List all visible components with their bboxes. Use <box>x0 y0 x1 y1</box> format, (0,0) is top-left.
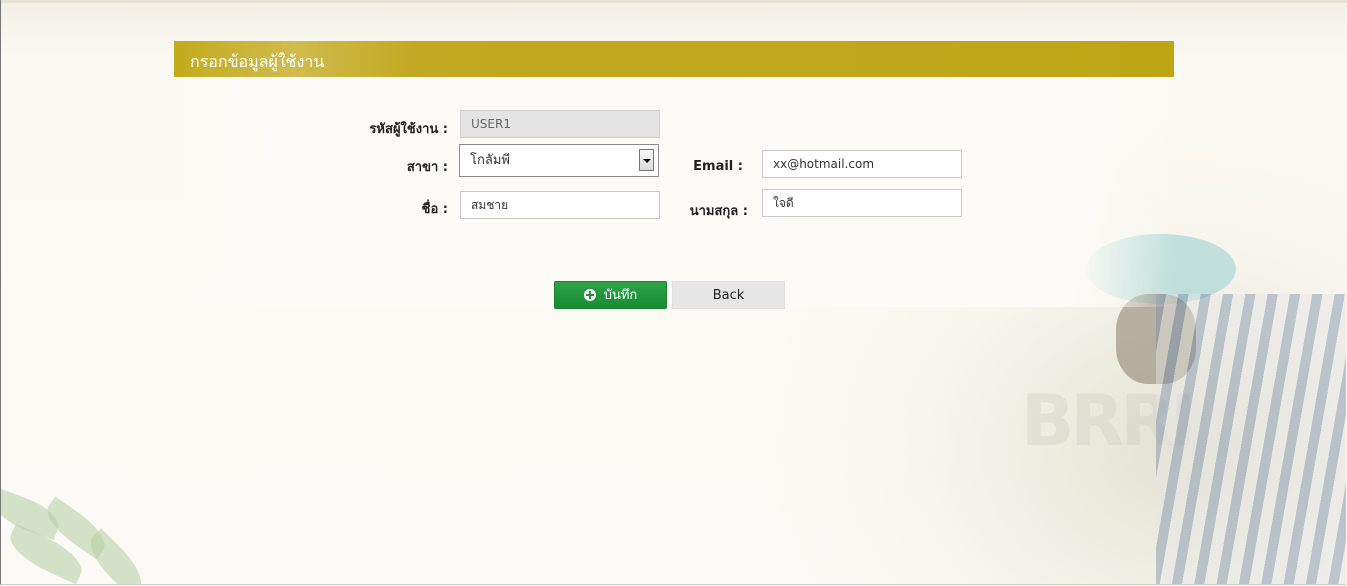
form-header: กรอกข้อมูลผู้ใช้งาน <box>174 41 1174 77</box>
email-label: Email : <box>693 159 743 174</box>
first-name-label: ชื่อ : <box>421 202 448 217</box>
branch-label: สาขา : <box>406 160 448 175</box>
top-border <box>1 0 1347 3</box>
last-name-label: นามสกุล : <box>689 204 748 219</box>
save-button[interactable]: บันทึก <box>554 281 667 309</box>
save-button-label: บันทึก <box>603 288 638 303</box>
first-name-field[interactable]: สมชาย <box>460 191 660 219</box>
form-title: กรอกข้อมูลผู้ใช้งาน <box>190 52 325 71</box>
plus-circle-icon <box>583 288 596 301</box>
branch-select[interactable]: โกลัมพี <box>459 144 659 177</box>
back-button[interactable]: Back <box>672 281 785 309</box>
user-code-label: รหัสผู้ใช้งาน : <box>369 122 448 137</box>
email-field[interactable]: xx@hotmail.com <box>762 150 962 178</box>
branch-selected-value: โกลัมพี <box>470 153 510 168</box>
user-code-field: USER1 <box>460 110 660 138</box>
shirt-shape <box>1156 294 1346 584</box>
form-panel <box>174 77 1174 307</box>
chevron-down-icon[interactable] <box>639 149 654 171</box>
leaves-decoration <box>1 489 161 584</box>
last-name-field[interactable]: ใจดี <box>762 189 962 217</box>
